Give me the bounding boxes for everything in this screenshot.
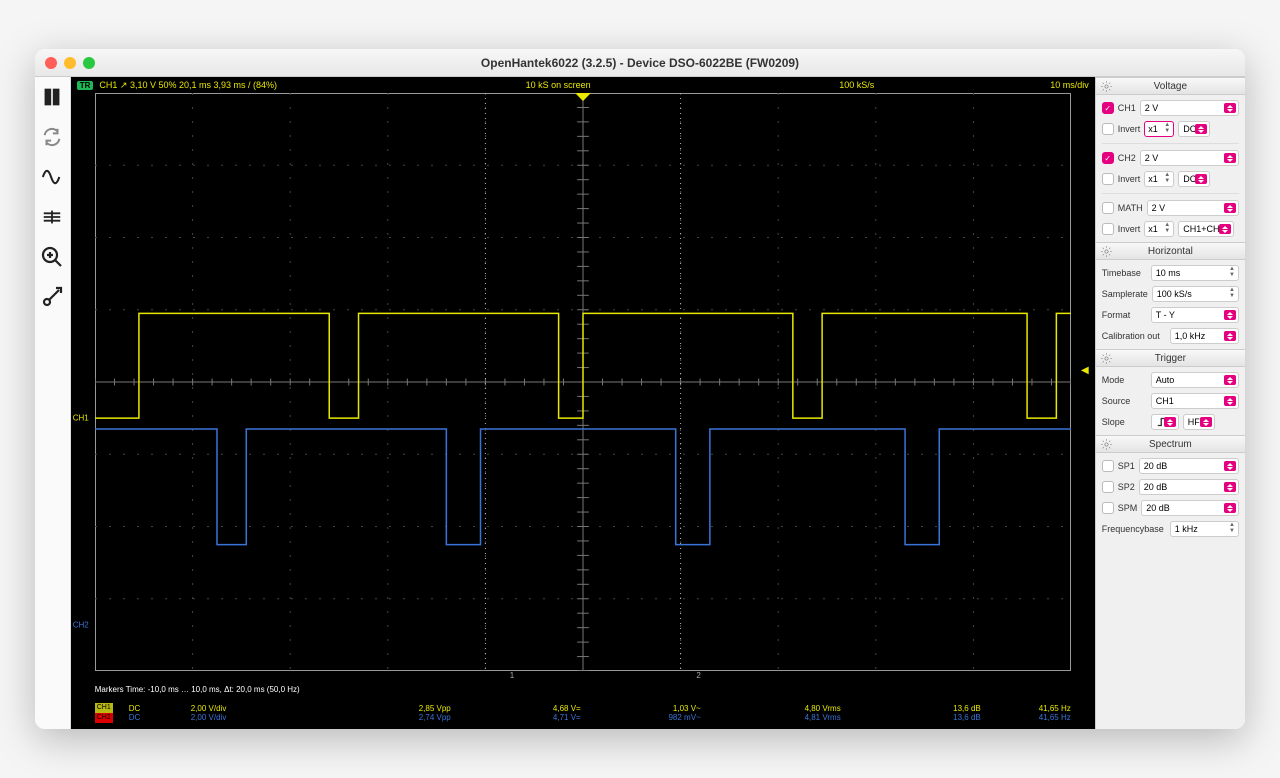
voltage-section-header: Voltage bbox=[1096, 77, 1245, 95]
timebase-text: 10 ms/div bbox=[1050, 80, 1089, 90]
math-probe-spin[interactable]: x1▲▼ bbox=[1144, 221, 1174, 237]
sp2-checkbox[interactable] bbox=[1102, 481, 1114, 493]
settings-panel: Voltage CH1 2 V Invert x1▲▼ DC CH2 2 bbox=[1095, 77, 1245, 729]
timebase-input[interactable]: 10 ms▲▼ bbox=[1151, 265, 1239, 281]
math-op-select[interactable]: CH1+CH2 bbox=[1178, 221, 1234, 237]
measurement-table: CH1CH2 DCDC 2,00 V/div2,00 V/div 2,85 Vp… bbox=[71, 699, 1095, 729]
app-window: OpenHantek6022 (3.2.5) - Device DSO-6022… bbox=[35, 49, 1245, 729]
samples-on-screen: 10 kS on screen bbox=[283, 80, 833, 90]
trigger-mode-select[interactable]: Auto bbox=[1151, 372, 1239, 388]
titlebar: OpenHantek6022 (3.2.5) - Device DSO-6022… bbox=[35, 49, 1245, 77]
markers-readout: Markers Time: -10,0 ms … 10,0 ms, Δt: 20… bbox=[71, 685, 1095, 699]
channel-chips: CH1CH2 bbox=[95, 703, 113, 723]
window-controls bbox=[45, 57, 95, 69]
math-invert-checkbox[interactable] bbox=[1102, 223, 1114, 235]
ch1-zero-label: CH1 bbox=[73, 414, 89, 423]
scope-area: TR CH1 ↗ 3,10 V 50% 20,1 ms 3,93 ms / (8… bbox=[71, 77, 1095, 729]
pause-button[interactable] bbox=[38, 83, 66, 111]
sp1-range-select[interactable]: 20 dB bbox=[1139, 458, 1239, 474]
ch1-coupling-select[interactable]: DC bbox=[1178, 121, 1210, 137]
format-select[interactable]: T - Y bbox=[1151, 307, 1239, 323]
ch2-invert-checkbox[interactable] bbox=[1102, 173, 1114, 185]
ch2-zero-label: CH2 bbox=[73, 620, 89, 629]
spm-range-select[interactable]: 20 dB bbox=[1141, 500, 1239, 516]
ch2-label: CH2 bbox=[1118, 153, 1136, 163]
ch2-enable-checkbox[interactable] bbox=[1102, 152, 1114, 164]
math-label: MATH bbox=[1118, 203, 1143, 213]
bottom-scale: 1 2 bbox=[71, 671, 1095, 685]
scope-plot[interactable]: CH1 CH2 ◀ bbox=[95, 93, 1071, 671]
window-title: OpenHantek6022 (3.2.5) - Device DSO-6022… bbox=[35, 56, 1245, 70]
zoom-icon[interactable] bbox=[83, 57, 95, 69]
left-toolbar bbox=[35, 77, 71, 729]
zoom-button[interactable] bbox=[38, 243, 66, 271]
ch1-label: CH1 bbox=[1118, 103, 1136, 113]
trigger-slope-select[interactable] bbox=[1151, 414, 1179, 430]
waveform-button[interactable] bbox=[38, 163, 66, 191]
math-range-select[interactable]: 2 V bbox=[1147, 200, 1239, 216]
spm-checkbox[interactable] bbox=[1102, 502, 1114, 514]
close-icon[interactable] bbox=[45, 57, 57, 69]
samplerate-input[interactable]: 100 kS/s▲▼ bbox=[1152, 286, 1239, 302]
ch2-range-select[interactable]: 2 V bbox=[1140, 150, 1239, 166]
ch1-probe-spin[interactable]: x1▲▼ bbox=[1144, 121, 1174, 137]
gear-icon[interactable] bbox=[1100, 245, 1113, 258]
trigger-info-text: CH1 ↗ 3,10 V 50% 20,1 ms 3,93 ms / (84%) bbox=[99, 80, 277, 91]
frequencybase-input[interactable]: 1 kHz▲▼ bbox=[1170, 521, 1239, 537]
ch2-coupling-select[interactable]: DC bbox=[1178, 171, 1210, 187]
minimize-icon[interactable] bbox=[64, 57, 76, 69]
math-enable-checkbox[interactable] bbox=[1102, 202, 1114, 214]
marker-1-label: 1 bbox=[510, 671, 514, 680]
trigger-section-header: Trigger bbox=[1096, 349, 1245, 367]
trigger-level-arrow-icon[interactable]: ◀ bbox=[1081, 365, 1089, 376]
measure-button[interactable] bbox=[38, 283, 66, 311]
marker-2-label: 2 bbox=[696, 671, 700, 680]
scope-top-info: TR CH1 ↗ 3,10 V 50% 20,1 ms 3,93 ms / (8… bbox=[71, 77, 1095, 93]
trigger-source-select[interactable]: CH1 bbox=[1151, 393, 1239, 409]
trigger-hf-select[interactable]: HF bbox=[1183, 414, 1215, 430]
spectrum-section-header: Spectrum bbox=[1096, 435, 1245, 453]
horizontal-section-header: Horizontal bbox=[1096, 242, 1245, 260]
sp2-range-select[interactable]: 20 dB bbox=[1139, 479, 1239, 495]
invert-label: Invert bbox=[1118, 124, 1141, 134]
gear-icon[interactable] bbox=[1100, 80, 1113, 93]
samplerate-text: 100 kS/s bbox=[839, 80, 874, 90]
histogram-button[interactable] bbox=[38, 203, 66, 231]
trigger-status-badge: TR bbox=[77, 81, 94, 90]
refresh-button[interactable] bbox=[38, 123, 66, 151]
calibration-select[interactable]: 1,0 kHz bbox=[1170, 328, 1239, 344]
sp1-checkbox[interactable] bbox=[1102, 460, 1114, 472]
ch1-invert-checkbox[interactable] bbox=[1102, 123, 1114, 135]
ch2-probe-spin[interactable]: x1▲▼ bbox=[1144, 171, 1174, 187]
ch1-enable-checkbox[interactable] bbox=[1102, 102, 1114, 114]
gear-icon[interactable] bbox=[1100, 438, 1113, 451]
gear-icon[interactable] bbox=[1100, 352, 1113, 365]
ch1-range-select[interactable]: 2 V bbox=[1140, 100, 1239, 116]
